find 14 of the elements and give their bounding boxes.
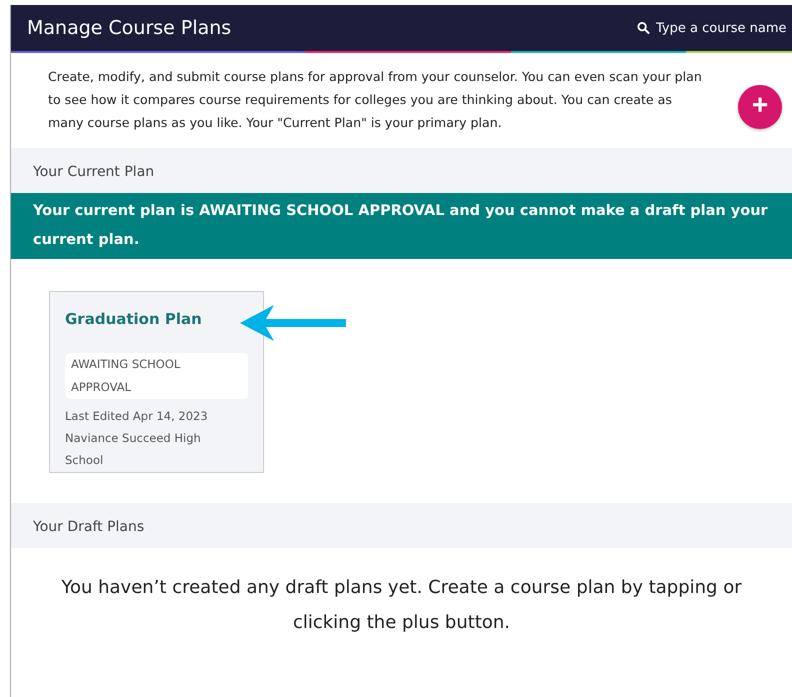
plan-title: Graduation Plan — [65, 310, 203, 328]
add-button[interactable]: + — [738, 84, 782, 128]
plan-card[interactable]: Graduation Plan AWAITING SCHOOL APPROVAL Last Edited Apr 14, 2023 Naviance Succeed High School — [49, 291, 264, 473]
status-banner: Your current plan is AWAITING SCHOOL APPROVAL and you cannot make a draft plan your current plan. — [11, 193, 792, 259]
search-icon — [637, 21, 650, 35]
search-field[interactable]: Type a course name — [637, 20, 792, 36]
plan-edited-date: Last Edited Apr 14, 2023 — [65, 408, 209, 425]
section-heading: Your Draft Plans — [33, 519, 144, 535]
page-title: Manage Course Plans — [27, 17, 232, 39]
plan-school: Naviance Succeed High School — [65, 430, 202, 469]
section-heading: Your Current Plan — [33, 164, 154, 180]
intro-text: Create, modify, and submit course plans for approval from your counselor. You can even scan your plan to see how it compares course requirements for colleges you are thinking about. You can create as many course plans as you like. Your "Current Plan" is your primary plan. — [48, 68, 703, 132]
status-badge: AWAITING SCHOOL APPROVAL — [65, 353, 248, 399]
empty-message: You haven’t created any draft plans yet. Create a course plan by tapping or clicking the plus button. — [60, 576, 743, 635]
